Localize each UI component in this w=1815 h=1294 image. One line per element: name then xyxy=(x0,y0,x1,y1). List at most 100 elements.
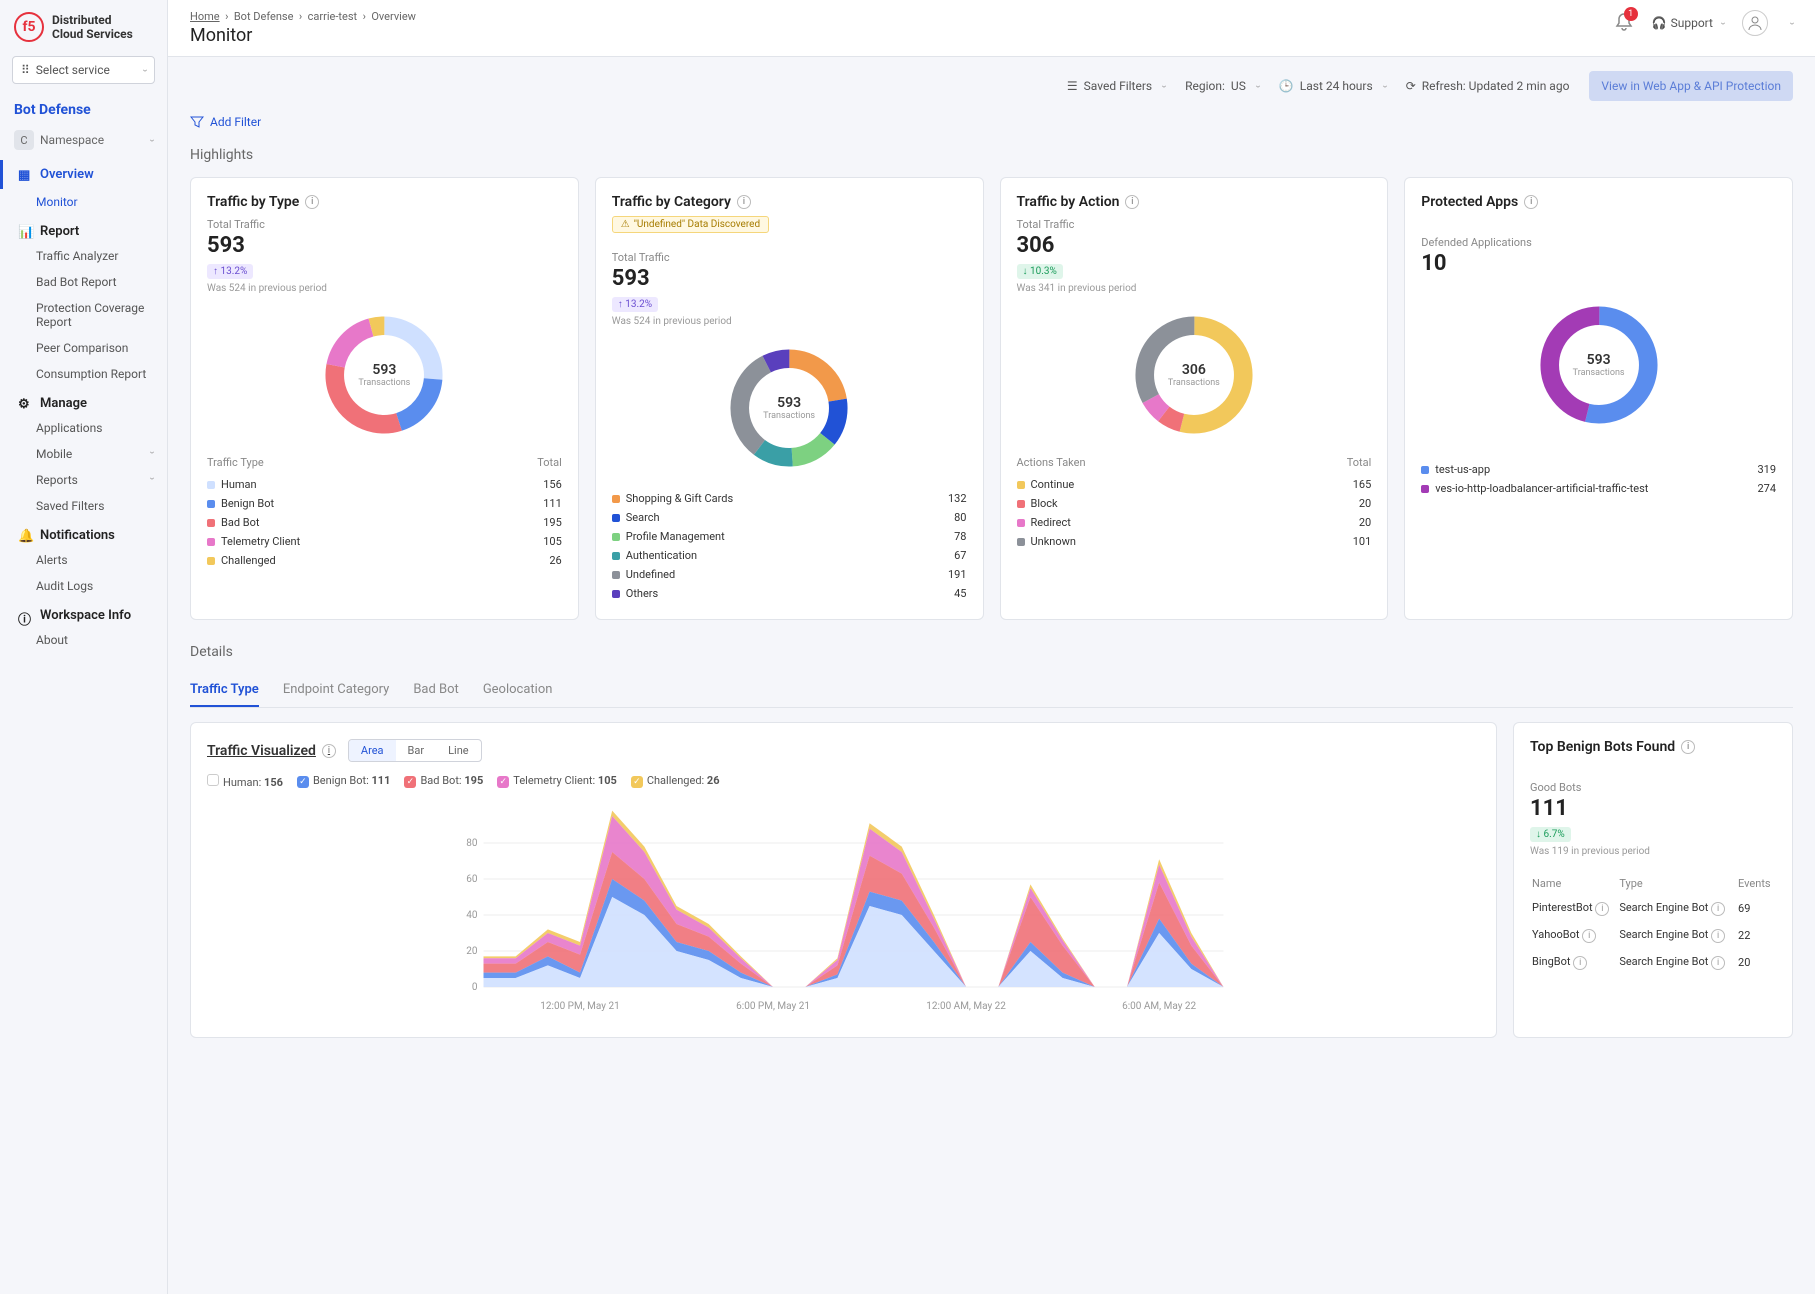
add-filter-link[interactable]: Add Filter xyxy=(210,115,261,129)
nav-item-traffic-analyzer[interactable]: Traffic Analyzer xyxy=(0,243,167,269)
refresh-button[interactable]: ⟳ Refresh: Updated 2 min ago xyxy=(1406,79,1570,93)
series-legend-item[interactable]: Human: 156 xyxy=(207,774,283,789)
series-label: Human: xyxy=(223,776,261,789)
tab-endpoint-category[interactable]: Endpoint Category xyxy=(283,674,390,707)
delta-badge: ↑ 13.2% xyxy=(207,264,253,279)
time-range-dropdown[interactable]: 🕒 Last 24 hours › xyxy=(1279,79,1386,93)
region-dropdown[interactable]: Region: US › xyxy=(1185,79,1259,93)
series-legend-item[interactable]: ✓Bad Bot: 195 xyxy=(404,774,483,789)
legend-value: 132 xyxy=(948,492,967,505)
info-icon[interactable]: i xyxy=(1125,195,1139,209)
nav-item-mobile[interactable]: Mobile› xyxy=(0,441,167,467)
info-icon[interactable]: i xyxy=(1681,740,1695,754)
legend-row: Undefined191 xyxy=(612,565,967,584)
nav-item-about[interactable]: About xyxy=(0,627,167,653)
tab-geolocation[interactable]: Geolocation xyxy=(483,674,553,707)
nav-group-report[interactable]: 📊Report xyxy=(0,215,167,243)
donut-chart: 593Transactions xyxy=(612,343,967,473)
metric-label: Defended Applications xyxy=(1421,236,1776,249)
info-icon[interactable]: i xyxy=(1595,902,1609,916)
legend-value: 156 xyxy=(543,478,562,491)
legend-row: Unknown101 xyxy=(1017,532,1372,551)
nav-group-workspace-info[interactable]: ⓘWorkspace Info xyxy=(0,599,167,627)
legend-value: 80 xyxy=(954,511,966,524)
color-swatch xyxy=(207,519,215,527)
bots-table: NameTypeEvents PinterestBot iSearch Engi… xyxy=(1530,871,1776,977)
breadcrumb: Home › Bot Defense › carrie-test › Overv… xyxy=(190,10,416,23)
nav-item-audit-logs[interactable]: Audit Logs xyxy=(0,573,167,599)
breadcrumb-link[interactable]: Home xyxy=(190,10,220,23)
support-dropdown[interactable]: 🎧 Support › xyxy=(1652,16,1724,30)
color-swatch xyxy=(1421,485,1429,493)
metric-value: 306 xyxy=(1017,233,1372,258)
series-label: Benign Bot: xyxy=(313,774,369,787)
info-icon[interactable]: i xyxy=(1711,929,1725,943)
series-value: 105 xyxy=(598,774,617,787)
chart-toggle-area[interactable]: Area xyxy=(349,740,396,761)
view-in-waap-button[interactable]: View in Web App & API Protection xyxy=(1589,71,1793,101)
info-icon[interactable]: i xyxy=(1711,956,1725,970)
legend-header-left: Actions Taken xyxy=(1017,456,1086,469)
notifications-button[interactable]: 1 xyxy=(1614,11,1634,35)
info-icon[interactable]: i xyxy=(1711,902,1725,916)
nav-group-manage[interactable]: ⚙Manage xyxy=(0,387,167,415)
legend-row: Human156 xyxy=(207,475,562,494)
nav-group-overview[interactable]: ▦Overview xyxy=(0,160,167,189)
area-chart: 02040608012:00 PM, May 216:00 PM, May 21… xyxy=(207,797,1480,1017)
legend-row: Shopping & Gift Cards132 xyxy=(612,489,967,508)
donut-center-n: 593 xyxy=(358,362,410,378)
namespace-badge: C xyxy=(14,130,34,150)
user-menu[interactable] xyxy=(1742,10,1768,36)
chart-toggle-bar[interactable]: Bar xyxy=(396,740,437,761)
table-row: BingBot iSearch Engine Bot i20 xyxy=(1532,950,1774,975)
metric-label: Good Bots xyxy=(1530,781,1776,794)
series-legend-item[interactable]: ✓Telemetry Client: 105 xyxy=(497,774,617,789)
protected-apps-card: Protected Appsi Defended Applications 10… xyxy=(1404,177,1793,620)
series-legend-item[interactable]: ✓Challenged: 26 xyxy=(631,774,720,789)
info-icon[interactable]: i xyxy=(1524,195,1538,209)
tab-bad-bot[interactable]: Bad Bot xyxy=(413,674,459,707)
color-swatch xyxy=(612,571,620,579)
nav-item-consumption-report[interactable]: Consumption Report xyxy=(0,361,167,387)
warning-icon: ⚠ xyxy=(621,219,630,230)
svg-text:12:00 AM, May 22: 12:00 AM, May 22 xyxy=(926,1001,1006,1012)
legend-header-right: Total xyxy=(537,456,562,469)
legend-value: 105 xyxy=(543,535,562,548)
info-icon[interactable]: i xyxy=(1573,956,1587,970)
table-header: Name xyxy=(1532,873,1617,894)
info-icon[interactable]: i xyxy=(322,744,336,758)
table-header: Type xyxy=(1619,873,1736,894)
svg-text:40: 40 xyxy=(466,910,478,921)
info-icon[interactable]: i xyxy=(1582,929,1596,943)
saved-filters-dropdown[interactable]: ☰ Saved Filters › xyxy=(1067,79,1165,93)
svg-text:12:00 PM, May 21: 12:00 PM, May 21 xyxy=(540,1001,619,1012)
nav-item-bad-bot-report[interactable]: Bad Bot Report xyxy=(0,269,167,295)
color-swatch xyxy=(612,552,620,560)
service-select[interactable]: ⠿ Select service › xyxy=(12,56,155,84)
namespace-selector[interactable]: C Namespace › xyxy=(0,126,167,160)
series-legend-item[interactable]: ✓Benign Bot: 111 xyxy=(297,774,390,789)
nav-item-reports[interactable]: Reports› xyxy=(0,467,167,493)
series-label: Challenged: xyxy=(647,774,704,787)
nav-item-monitor[interactable]: Monitor xyxy=(0,189,167,215)
nav-item-protection-coverage-report[interactable]: Protection Coverage Report xyxy=(0,295,167,335)
details-heading: Details xyxy=(190,644,1793,660)
legend-label: Bad Bot xyxy=(221,516,260,529)
info-icon[interactable]: i xyxy=(305,195,319,209)
nav-item-applications[interactable]: Applications xyxy=(0,415,167,441)
traffic-visualized-card: Traffic Visualizedi AreaBarLine Human: 1… xyxy=(190,722,1497,1038)
nav-group-notifications[interactable]: 🔔Notifications xyxy=(0,519,167,547)
legend-label: ves-io-http-loadbalancer-artificial-traf… xyxy=(1435,482,1648,495)
bot-name: YahooBot i xyxy=(1532,923,1617,948)
info-icon[interactable]: i xyxy=(737,195,751,209)
time-range-label: Last 24 hours xyxy=(1300,79,1373,93)
tab-traffic-type[interactable]: Traffic Type xyxy=(190,674,259,707)
nav-item-saved-filters[interactable]: Saved Filters xyxy=(0,493,167,519)
legend-label: Challenged xyxy=(221,554,276,567)
legend-value: 20 xyxy=(1359,497,1371,510)
nav-item-alerts[interactable]: Alerts xyxy=(0,547,167,573)
chart-toggle-line[interactable]: Line xyxy=(436,740,481,761)
nav-item-peer-comparison[interactable]: Peer Comparison xyxy=(0,335,167,361)
card-title: Traffic by Action xyxy=(1017,194,1120,210)
color-swatch xyxy=(612,533,620,541)
